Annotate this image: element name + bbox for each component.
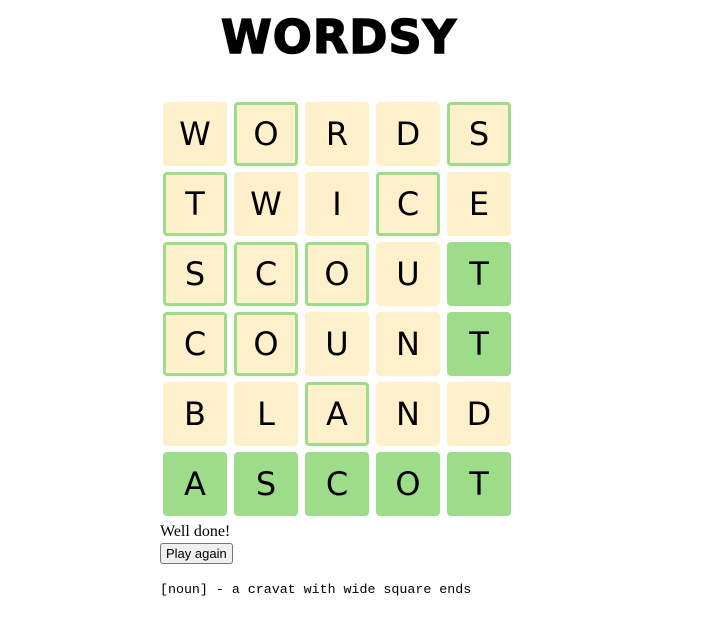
- letter-tile: O: [376, 452, 440, 516]
- letter-tile: S: [447, 102, 511, 166]
- letter-tile: N: [376, 312, 440, 376]
- letter-tile: L: [234, 382, 298, 446]
- letter-tile: T: [447, 452, 511, 516]
- letter-tile: T: [447, 242, 511, 306]
- letter-tile: C: [305, 452, 369, 516]
- play-again-button[interactable]: Play again: [160, 543, 233, 564]
- letter-tile: C: [234, 242, 298, 306]
- game-page: WORDSY WORDSTWICESCOUTCOUNTBLANDASCOT We…: [0, 0, 710, 627]
- letter-tile: O: [234, 102, 298, 166]
- letter-tile: N: [376, 382, 440, 446]
- letter-tile: O: [234, 312, 298, 376]
- letter-board: WORDSTWICESCOUTCOUNTBLANDASCOT: [163, 102, 511, 516]
- letter-tile: D: [447, 382, 511, 446]
- letter-tile: O: [305, 242, 369, 306]
- letter-tile: T: [447, 312, 511, 376]
- game-title: WORDSY: [220, 9, 457, 65]
- result-message: Well done!: [160, 523, 231, 540]
- letter-tile: A: [305, 382, 369, 446]
- letter-tile: I: [305, 172, 369, 236]
- letter-tile: W: [163, 102, 227, 166]
- letter-tile: W: [234, 172, 298, 236]
- letter-tile: E: [447, 172, 511, 236]
- letter-tile: S: [234, 452, 298, 516]
- letter-tile: U: [305, 312, 369, 376]
- letter-tile: C: [376, 172, 440, 236]
- letter-tile: T: [163, 172, 227, 236]
- letter-tile: R: [305, 102, 369, 166]
- word-definition: [noun] - a cravat with wide square ends: [160, 582, 472, 597]
- letter-tile: S: [163, 242, 227, 306]
- letter-tile: C: [163, 312, 227, 376]
- letter-tile: U: [376, 242, 440, 306]
- letter-tile: A: [163, 452, 227, 516]
- letter-tile: B: [163, 382, 227, 446]
- letter-tile: D: [376, 102, 440, 166]
